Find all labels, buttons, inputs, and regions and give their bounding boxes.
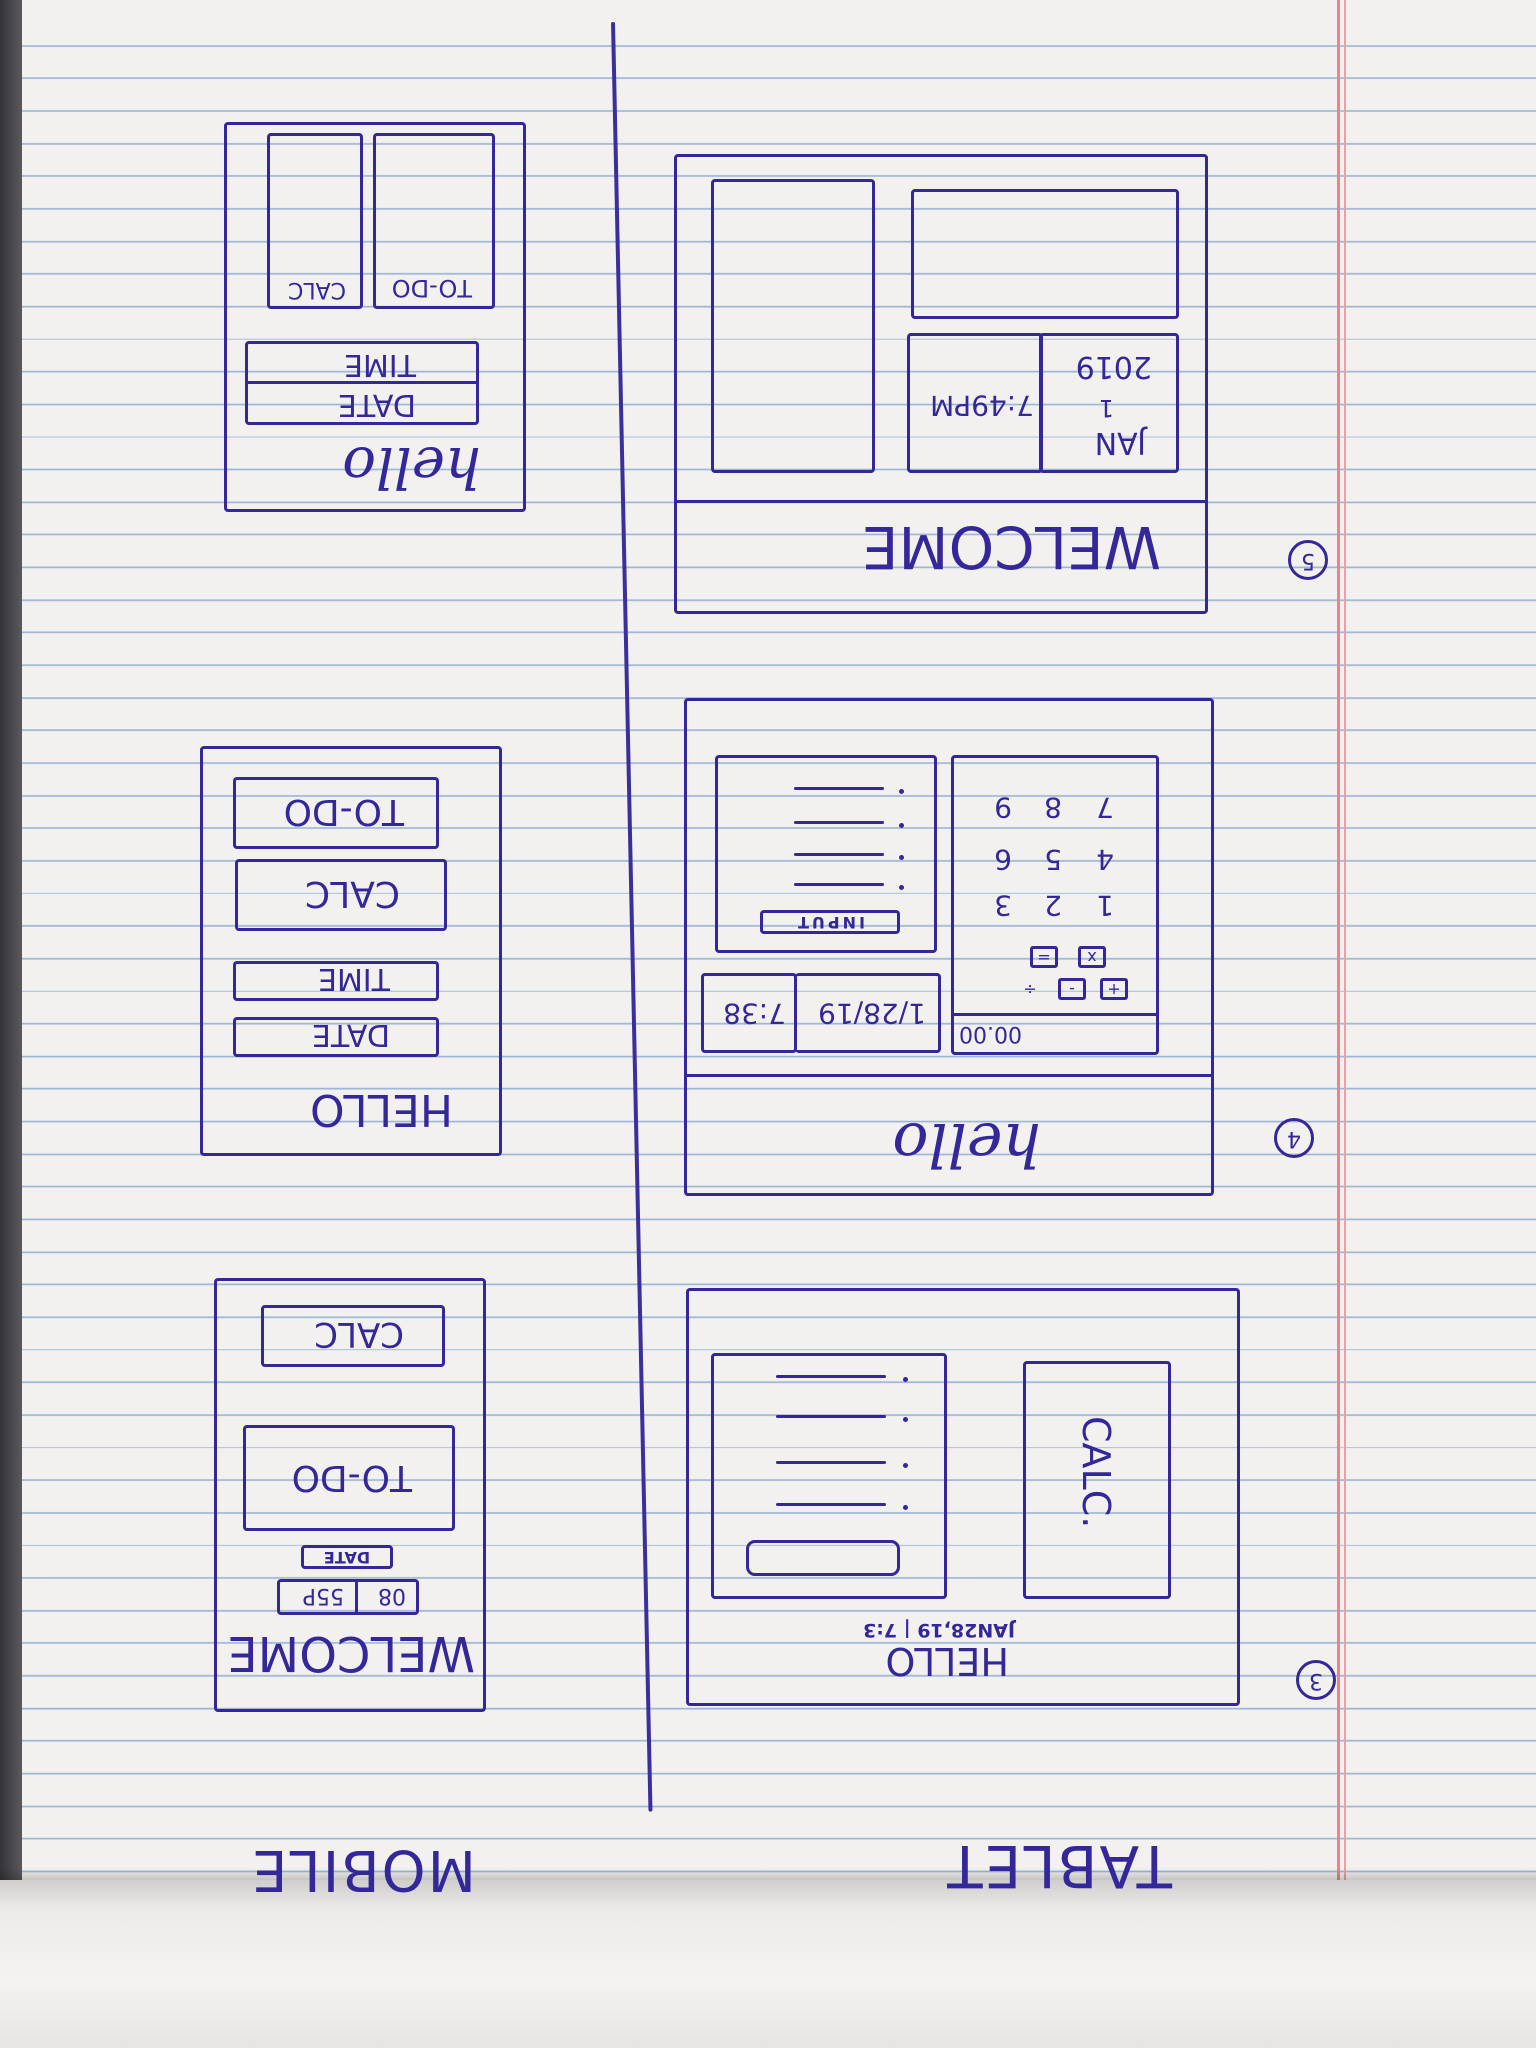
tablet-4-frame: hello 00.00 + - ÷ x = 1 2 3 4 5 6 7 8 9 … xyxy=(684,698,1214,1196)
tablet-4-calculator: 00.00 + - ÷ x = 1 2 3 4 5 6 7 8 9 xyxy=(951,755,1159,1055)
mobile-a-hour: 08 xyxy=(378,1583,406,1608)
todo-bullet xyxy=(903,1417,908,1422)
calc-key-1[interactable]: 1 xyxy=(1096,889,1114,922)
todo-line xyxy=(794,821,884,824)
mobile-c-calc-label: CALC xyxy=(287,277,346,302)
mobile-a-todo-label: TO-DO xyxy=(291,1457,412,1498)
todo-bullet xyxy=(899,823,904,828)
tablet-4-todo-panel: INPUT xyxy=(715,755,937,953)
mobile-b-frame: HELLO DATE TIME CALC TO-DO xyxy=(200,746,502,1156)
todo-line xyxy=(794,883,884,886)
calc-key-divide[interactable]: ÷ xyxy=(1016,978,1044,1000)
mobile-c-calc-panel[interactable]: CALC xyxy=(267,133,363,309)
mobile-a-calc-label: CALC xyxy=(314,1314,404,1354)
calc-key-2[interactable]: 2 xyxy=(1044,889,1062,922)
calc-display-divider xyxy=(954,1013,1156,1016)
tablet-4-time: 7:38 xyxy=(723,997,786,1030)
todo-bullet xyxy=(903,1463,908,1468)
todo-bullet xyxy=(899,885,904,890)
todo-line xyxy=(776,1375,886,1378)
todo-line xyxy=(794,787,884,790)
mobile-c-todo-panel[interactable]: TO-DO xyxy=(373,133,495,309)
tablet-5-main-panel xyxy=(911,189,1179,319)
clock-divider xyxy=(355,1582,358,1612)
tablet-4-greeting: hello xyxy=(892,1109,1041,1179)
sketch-number-4: 4 xyxy=(1274,1118,1314,1158)
tablet-3-title: HELLO xyxy=(885,1639,1009,1683)
calc-key-plus[interactable]: + xyxy=(1100,978,1128,1000)
tablet-4-date: 1/28/19 xyxy=(818,997,926,1030)
calc-key-7[interactable]: 7 xyxy=(1096,791,1114,824)
todo-bullet xyxy=(899,789,904,794)
tablet-3-input-field[interactable] xyxy=(746,1540,900,1576)
calc-key-4[interactable]: 4 xyxy=(1096,843,1114,876)
tablet-5-date-box: JAN 1 2019 xyxy=(1039,333,1179,473)
mobile-a-date-label: DATE xyxy=(323,1548,371,1567)
mobile-a-frame: WELCOME 08 55P DATE TO-DO CALC xyxy=(214,1278,486,1712)
todo-line xyxy=(776,1503,886,1506)
calc-key-minus[interactable]: - xyxy=(1058,978,1086,1000)
tablet-4-header-divider xyxy=(687,1074,1211,1077)
mobile-c-greeting: hello xyxy=(342,434,481,499)
mobile-b-calc-button[interactable]: CALC xyxy=(235,859,447,931)
mobile-b-date-label: DATE xyxy=(311,1017,390,1052)
mobile-c-time-label: TIME xyxy=(343,347,416,382)
todo-line xyxy=(776,1461,886,1464)
mobile-b-time-button[interactable]: TIME xyxy=(233,961,439,1001)
sketch-number-5: 5 xyxy=(1288,540,1328,580)
heading-mobile: MOBILE xyxy=(250,1837,476,1902)
mobile-c-todo-label: TO-DO xyxy=(391,274,472,302)
tablet-5-year: 2019 xyxy=(1075,349,1152,384)
todo-line xyxy=(794,853,884,856)
mobile-b-todo-label: TO-DO xyxy=(283,791,404,832)
mobile-a-title: WELCOME xyxy=(227,1625,475,1681)
mobile-b-todo-button[interactable]: TO-DO xyxy=(233,777,439,849)
tablet-5-time: 7:49PM xyxy=(930,389,1034,422)
mobile-a-todo-panel: TO-DO xyxy=(243,1425,455,1531)
wireframe-sketches: TABLET MOBILE 3 HELLO JAN28,19 | 7:3 CAL… xyxy=(0,0,1536,2048)
todo-bullet xyxy=(903,1505,908,1510)
tablet-5-day: 1 xyxy=(1098,394,1114,422)
mobile-a-calc-button[interactable]: CALC xyxy=(261,1305,445,1367)
mobile-a-date-button[interactable]: DATE xyxy=(301,1545,393,1569)
tablet-5-header-divider xyxy=(677,500,1205,503)
tablet-5-title: WELCOME xyxy=(861,513,1161,581)
tablet-3-todo-panel xyxy=(711,1353,947,1599)
calc-key-3[interactable]: 3 xyxy=(994,889,1012,922)
mobile-c-datetime-box: DATE TIME xyxy=(245,341,479,425)
todo-line xyxy=(776,1415,886,1418)
tablet-3-datetime: JAN28,19 | 7:3 xyxy=(863,1619,1015,1641)
sketch-number-3: 3 xyxy=(1296,1660,1336,1700)
calc-key-5[interactable]: 5 xyxy=(1044,843,1062,876)
mobile-a-minutes: 55P xyxy=(302,1583,344,1608)
calc-key-times[interactable]: x xyxy=(1078,946,1106,968)
tablet-3-calc-panel: CALC. xyxy=(1023,1361,1171,1599)
tablet-5-month: JAN xyxy=(1094,425,1146,460)
tablet-5-frame: WELCOME JAN 1 2019 7:49PM xyxy=(674,154,1208,614)
mobile-b-title: HELLO xyxy=(310,1084,453,1135)
mobile-b-date-button[interactable]: DATE xyxy=(233,1017,439,1057)
mobile-b-calc-label: CALC xyxy=(305,873,400,914)
tablet-4-date-box: 1/28/19 xyxy=(795,973,941,1053)
tablet-5-time-box: 7:49PM xyxy=(907,333,1043,473)
heading-tablet: TABLET xyxy=(945,1832,1172,1900)
mobile-b-time-label: TIME xyxy=(317,961,390,996)
calc-key-9[interactable]: 9 xyxy=(994,791,1012,824)
todo-bullet xyxy=(899,855,904,860)
tablet-4-time-box: 7:38 xyxy=(701,973,797,1053)
calc-key-8[interactable]: 8 xyxy=(1044,791,1062,824)
calc-key-equals[interactable]: = xyxy=(1030,946,1058,968)
tablet-5-side-panel xyxy=(711,179,875,473)
mobile-a-clock: 08 55P xyxy=(277,1579,419,1615)
mobile-c-frame: hello DATE TIME TO-DO CALC xyxy=(224,122,526,512)
tablet-4-input-button[interactable]: INPUT xyxy=(760,910,900,934)
todo-bullet xyxy=(903,1377,908,1382)
tablet-3-calc-label: CALC. xyxy=(1074,1416,1118,1529)
mobile-c-date-label: DATE xyxy=(337,387,416,422)
calc-display: 00.00 xyxy=(959,1021,1022,1046)
tablet-4-input-label: INPUT xyxy=(795,913,865,932)
calc-key-6[interactable]: 6 xyxy=(994,843,1012,876)
tablet-3-frame: HELLO JAN28,19 | 7:3 CALC. xyxy=(686,1288,1240,1706)
